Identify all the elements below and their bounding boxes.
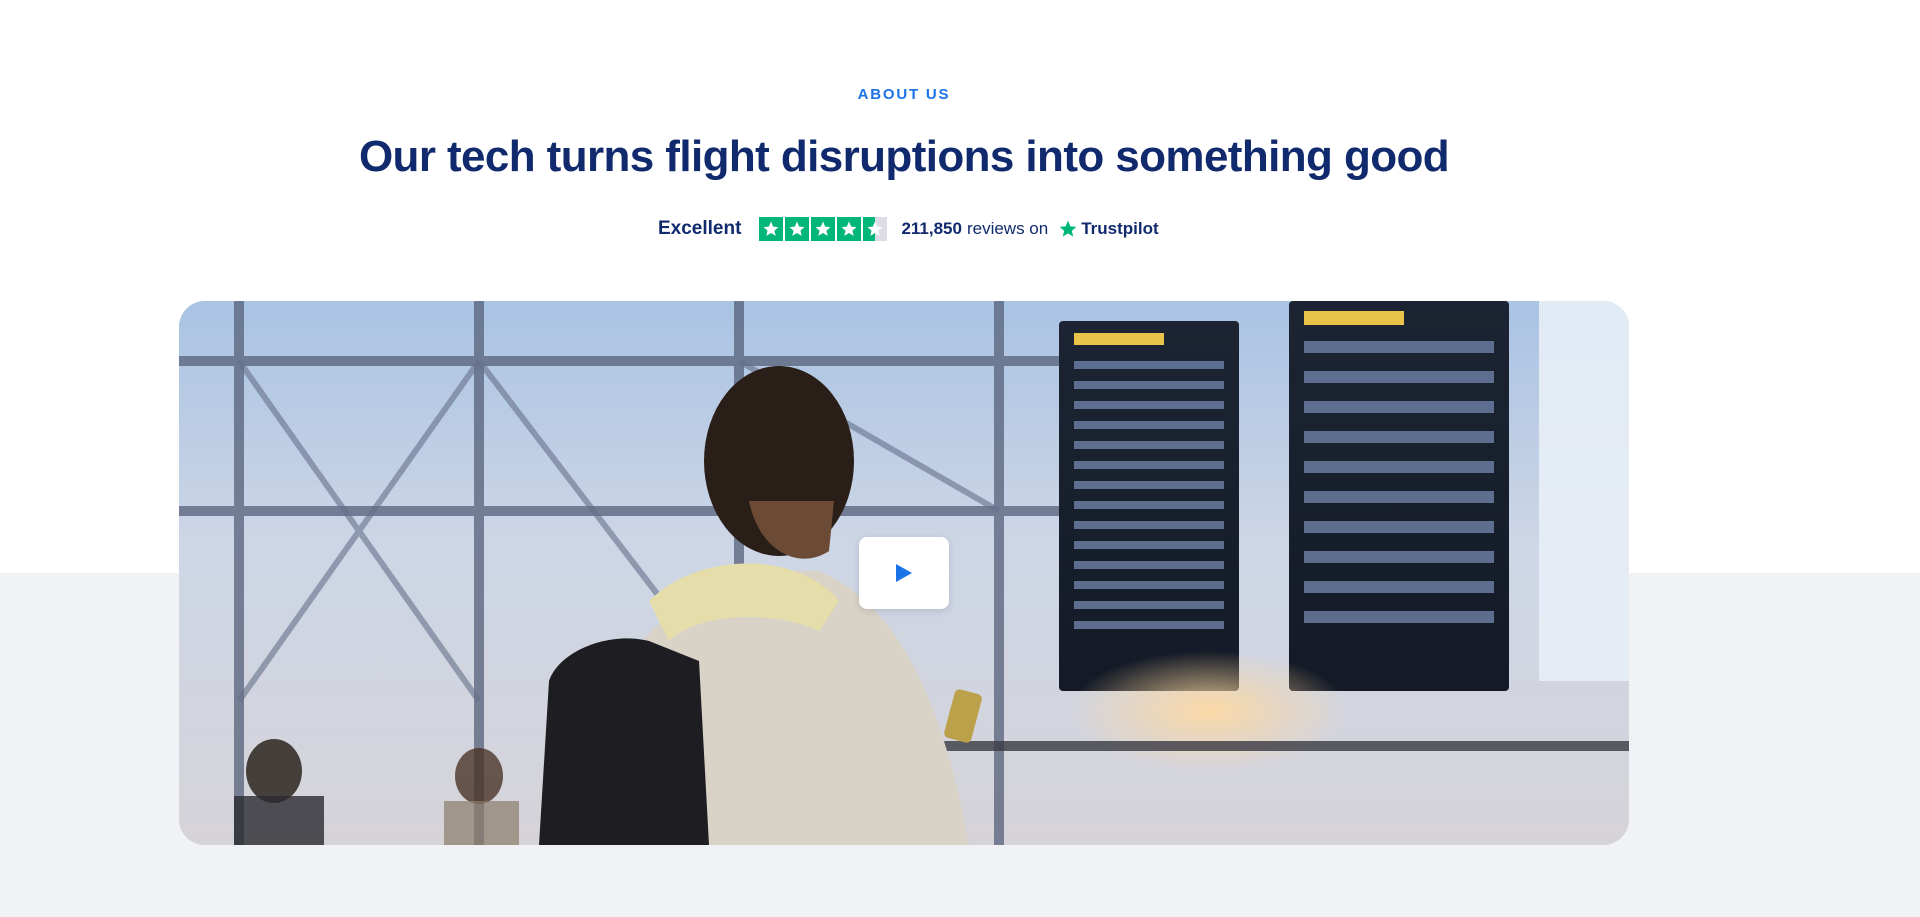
trustpilot-widget[interactable]: Excellent 211,850 reviews on Trustpilot bbox=[658, 214, 1159, 244]
trustpilot-logo[interactable]: Trustpilot bbox=[1058, 219, 1159, 239]
trustpilot-star-icon bbox=[1059, 220, 1077, 237]
review-count: 211,850 bbox=[901, 219, 962, 238]
star-icon bbox=[811, 217, 836, 241]
star-icon bbox=[837, 217, 862, 241]
play-icon bbox=[896, 564, 912, 582]
section-eyebrow: ABOUT US bbox=[857, 86, 951, 103]
star-icon bbox=[759, 217, 784, 241]
reviews-text: reviews on bbox=[966, 219, 1049, 238]
video-player[interactable] bbox=[179, 301, 1629, 845]
rating-stars bbox=[759, 217, 888, 241]
star-icon bbox=[785, 217, 810, 241]
rating-label: Excellent bbox=[658, 218, 742, 239]
half-star-icon bbox=[863, 217, 888, 241]
trustpilot-brand: Trustpilot bbox=[1081, 219, 1159, 238]
about-us-section: ABOUT US Our tech turns flight disruptio… bbox=[0, 0, 1920, 917]
play-button[interactable] bbox=[859, 537, 949, 609]
section-headline: Our tech turns flight disruptions into s… bbox=[358, 132, 1450, 181]
